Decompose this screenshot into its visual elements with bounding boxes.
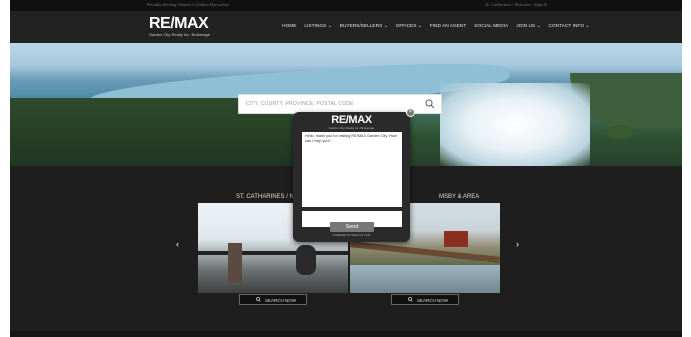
photo-water xyxy=(350,265,500,293)
nav-offices[interactable]: OFFICES ⌄ xyxy=(396,24,422,29)
utility-link-sign-in[interactable]: Sign In xyxy=(534,2,547,7)
logo-subtitle: Garden City Realty Inc. Brokerage xyxy=(149,32,210,37)
site-header: RE/MAX Garden City Realty Inc. Brokerage… xyxy=(10,11,682,43)
listing-title-left: ST. CATHARINES / NIA xyxy=(236,194,300,200)
search-icon xyxy=(408,297,413,302)
logo-text: RE/MAX xyxy=(149,15,209,32)
hero-island xyxy=(605,125,635,139)
hero-falls xyxy=(440,83,590,166)
photo-bridge xyxy=(350,241,500,263)
search-now-button-left[interactable]: SEARCH NOW xyxy=(239,294,307,305)
nav-join-us[interactable]: JOIN US ⌄ xyxy=(516,24,540,29)
carousel-next-arrow[interactable]: › xyxy=(516,239,519,249)
nav-buyers-sellers[interactable]: BUYERS/SELLERS ⌄ xyxy=(340,24,388,29)
photo-railing xyxy=(198,251,348,255)
main-nav: HOME LISTINGS ⌄ BUYERS/SELLERS ⌄ OFFICES… xyxy=(282,24,589,29)
utility-links[interactable]: St. Catharines / Welcome / Sign In xyxy=(485,2,547,7)
chat-greeting-message: Hello, thank you for visiting RE/MAX Gar… xyxy=(305,134,397,143)
photo-house xyxy=(444,231,468,247)
photo-post xyxy=(228,243,242,283)
photo-viewer-scope xyxy=(296,245,316,275)
listing-title-right: MSBY & AREA xyxy=(439,194,480,200)
tagline: Proudly Serving Ontario's Golden Horsesh… xyxy=(147,2,230,7)
top-utility-bar: Proudly Serving Ontario's Golden Horsesh… xyxy=(10,0,682,11)
chat-logo-subtitle: Garden City Realty Inc. Brokerage xyxy=(328,126,375,130)
footer-strip xyxy=(10,331,682,337)
utility-link-welcome[interactable]: Welcome xyxy=(515,2,531,7)
utility-link-city[interactable]: St. Catharines xyxy=(485,2,511,7)
carousel-prev-arrow[interactable]: ‹ xyxy=(176,239,179,249)
chat-widget: × RE/MAX Garden City Realty Inc. Brokera… xyxy=(293,108,415,242)
search-icon[interactable] xyxy=(425,99,435,109)
remax-logo[interactable]: RE/MAX Garden City Realty Inc. Brokerage xyxy=(149,15,210,37)
nav-listings[interactable]: LISTINGS ⌄ xyxy=(304,24,331,29)
search-input[interactable]: CITY, COUNTY, PROVINCE, POSTAL CODE xyxy=(246,101,354,107)
chat-powered-by: POWERED BY REALTOR.COM xyxy=(332,234,371,237)
chat-logo: RE/MAX Garden City Realty Inc. Brokerage xyxy=(293,114,410,131)
chat-logo-text: RE/MAX xyxy=(331,114,372,126)
search-now-label: SEARCH NOW xyxy=(417,297,449,303)
nav-find-agent[interactable]: FIND AN AGENT xyxy=(430,24,467,29)
nav-contact-info[interactable]: CONTACT INFO ⌄ xyxy=(549,24,590,29)
nav-social-media[interactable]: SOCIAL MEDIA xyxy=(474,24,508,29)
chat-send-button[interactable]: Send xyxy=(330,222,374,232)
search-now-button-right[interactable]: SEARCH NOW xyxy=(391,294,459,305)
search-icon xyxy=(256,297,261,302)
chat-transcript: Hello, thank you for visiting RE/MAX Gar… xyxy=(302,132,402,207)
search-now-label: SEARCH NOW xyxy=(265,297,297,303)
nav-home[interactable]: HOME xyxy=(282,24,296,29)
